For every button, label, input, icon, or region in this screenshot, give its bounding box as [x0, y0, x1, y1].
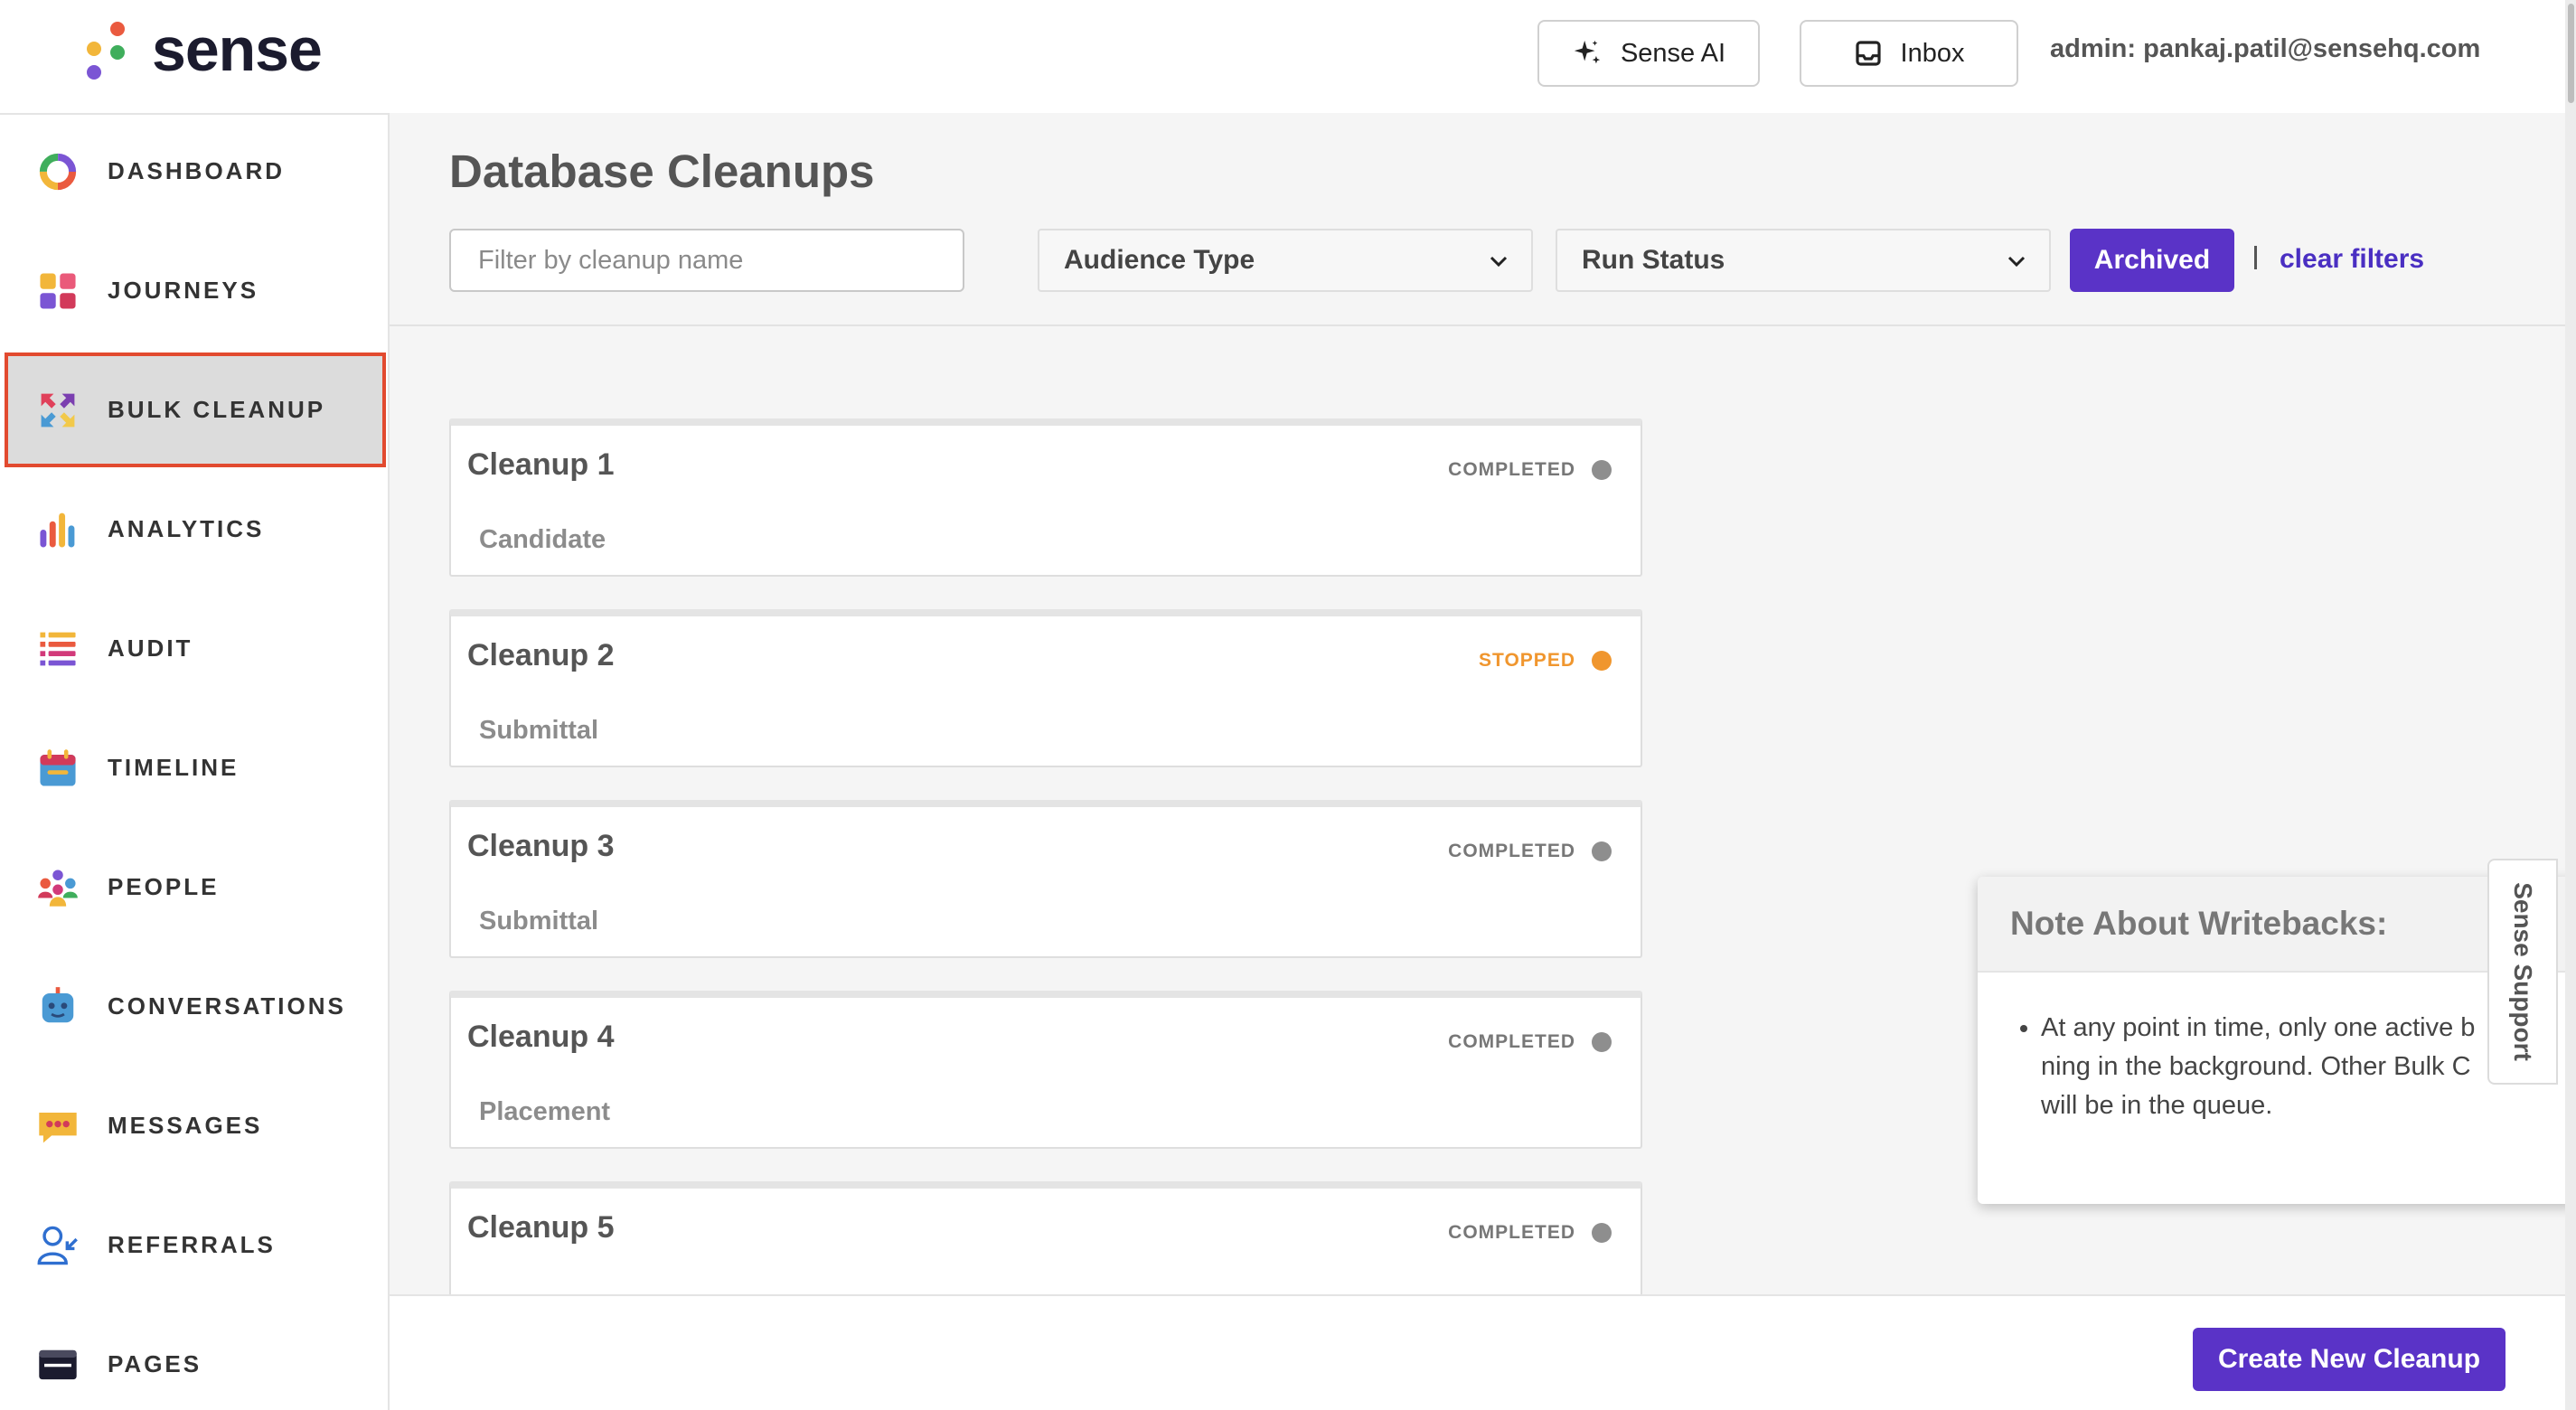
audience-type-select[interactable]: Audience Type	[1038, 229, 1533, 292]
audience-type-value: Audience Type	[1064, 245, 1255, 275]
bulk-cleanup-icon	[41, 393, 75, 427]
messages-icon	[39, 1112, 77, 1142]
cleanup-card[interactable]: Cleanup 2 STOPPED Submittal	[449, 609, 1642, 767]
chevron-down-icon	[2007, 256, 2026, 268]
cleanup-audience: Submittal	[479, 716, 599, 745]
clear-filters-link[interactable]: clear filters	[2280, 244, 2424, 275]
sidebar-item-label: BULK CLEANUP	[108, 396, 326, 423]
page-title: Database Cleanups	[449, 146, 875, 197]
status-label: COMPLETED	[1448, 841, 1575, 861]
inbox-label: Inbox	[1900, 38, 1965, 68]
cleanup-card[interactable]: Cleanup 3 COMPLETED Submittal	[449, 800, 1642, 958]
sidebar-item-label: JOURNEYS	[108, 277, 259, 304]
filter-divider	[2254, 246, 2257, 269]
sidebar-item-label: AUDIT	[108, 634, 193, 662]
status-label: COMPLETED	[1448, 459, 1575, 480]
cleanup-audience: Submittal	[479, 907, 599, 935]
note-line: will be in the queue.	[2041, 1091, 2273, 1120]
sense-ai-label: Sense AI	[1620, 38, 1726, 68]
journeys-icon	[40, 272, 76, 309]
status-dot	[1592, 1223, 1612, 1243]
cleanup-audience: Placement	[479, 1097, 611, 1126]
sidebar-item-label: CONVERSATIONS	[108, 992, 346, 1020]
cleanup-title: Cleanup 3	[467, 829, 615, 863]
dashboard-icon	[39, 153, 77, 190]
sidebar-item-timeline[interactable]: TIMELINE	[5, 710, 386, 825]
sidebar-item-label: REFERRALS	[108, 1231, 276, 1258]
cleanup-card[interactable]: Cleanup 5 COMPLETED	[449, 1181, 1642, 1294]
admin-account[interactable]: admin: pankaj.patil@sensehq.com	[2050, 34, 2480, 64]
sparkle-icon	[1574, 40, 1601, 64]
sense-ai-button[interactable]: Sense AI	[1537, 20, 1760, 87]
sidebar-item-label: PEOPLE	[108, 873, 220, 900]
sidebar-item-label: PAGES	[108, 1350, 202, 1377]
status-label: STOPPED	[1479, 650, 1575, 671]
logo-dots-icon	[83, 18, 130, 81]
sidebar-item-label: TIMELINE	[108, 754, 240, 781]
note-title: Note About Writebacks:	[1978, 877, 2576, 973]
page-scrollbar[interactable]	[2565, 0, 2576, 1410]
run-status-select[interactable]: Run Status	[1556, 229, 2051, 292]
analytics-icon	[40, 512, 75, 548]
note-bullet: At any point in time, only one active b …	[2041, 1009, 2540, 1125]
cleanup-title: Cleanup 2	[467, 638, 615, 672]
run-status-value: Run Status	[1582, 245, 1725, 275]
archived-button[interactable]: Archived	[2070, 229, 2234, 292]
people-icon	[38, 869, 78, 907]
sidebar-item-messages[interactable]: MESSAGES	[5, 1068, 386, 1183]
status-label: COMPLETED	[1448, 1031, 1575, 1052]
sidebar-item-audit[interactable]: AUDIT	[5, 591, 386, 706]
referrals-icon	[37, 1226, 78, 1264]
pages-icon	[39, 1349, 77, 1379]
sidebar-item-pages[interactable]: PAGES	[5, 1307, 386, 1410]
cleanup-title: Cleanup 1	[467, 447, 615, 482]
sidebar-item-people[interactable]: PEOPLE	[5, 830, 386, 945]
cleanup-card[interactable]: Cleanup 1 COMPLETED Candidate	[449, 418, 1642, 577]
logo-text: sense	[152, 15, 323, 84]
cleanup-title: Cleanup 5	[467, 1210, 615, 1245]
status-dot	[1592, 841, 1612, 861]
sidebar-item-referrals[interactable]: REFERRALS	[5, 1188, 386, 1302]
conversations-icon	[42, 986, 74, 1022]
cleanup-card[interactable]: Cleanup 4 COMPLETED Placement	[449, 991, 1642, 1149]
cleanup-title: Cleanup 4	[467, 1020, 615, 1054]
note-line: At any point in time, only one active b	[2041, 1013, 2476, 1042]
note-line: ning in the background. Other Bulk C	[2041, 1052, 2471, 1081]
sidebar-item-journeys[interactable]: JOURNEYS	[5, 233, 386, 348]
cleanup-audience: Candidate	[479, 525, 606, 554]
writebacks-note: Note About Writebacks: At any point in t…	[1978, 877, 2576, 1204]
create-new-cleanup-button[interactable]: Create New Cleanup	[2193, 1328, 2505, 1391]
sidebar-item-dashboard[interactable]: DASHBOARD	[5, 114, 386, 229]
inbox-button[interactable]: Inbox	[1800, 20, 2018, 87]
timeline-icon	[40, 748, 76, 786]
sidebar-item-conversations[interactable]: CONVERSATIONS	[5, 949, 386, 1064]
note-body: At any point in time, only one active b …	[1978, 973, 2576, 1125]
sidebar-item-bulk-cleanup[interactable]: BULK CLEANUP	[5, 352, 386, 467]
status-dot	[1592, 1032, 1612, 1052]
status-label: COMPLETED	[1448, 1222, 1575, 1243]
inbox-icon	[1855, 41, 1881, 66]
sense-support-label: Sense Support	[2509, 882, 2537, 1061]
audit-icon	[40, 632, 76, 665]
sidebar-item-analytics[interactable]: ANALYTICS	[5, 472, 386, 587]
scrollbar-thumb[interactable]	[2568, 4, 2574, 103]
sidebar-item-label: MESSAGES	[108, 1112, 263, 1139]
status-dot	[1592, 651, 1612, 671]
status-dot	[1592, 460, 1612, 480]
chevron-down-icon	[1490, 256, 1508, 268]
sidebar-item-label: ANALYTICS	[108, 515, 265, 542]
cleanup-name-filter-input[interactable]	[449, 229, 964, 292]
sense-logo[interactable]: sense	[83, 15, 323, 84]
sidebar-item-label: DASHBOARD	[108, 157, 285, 184]
